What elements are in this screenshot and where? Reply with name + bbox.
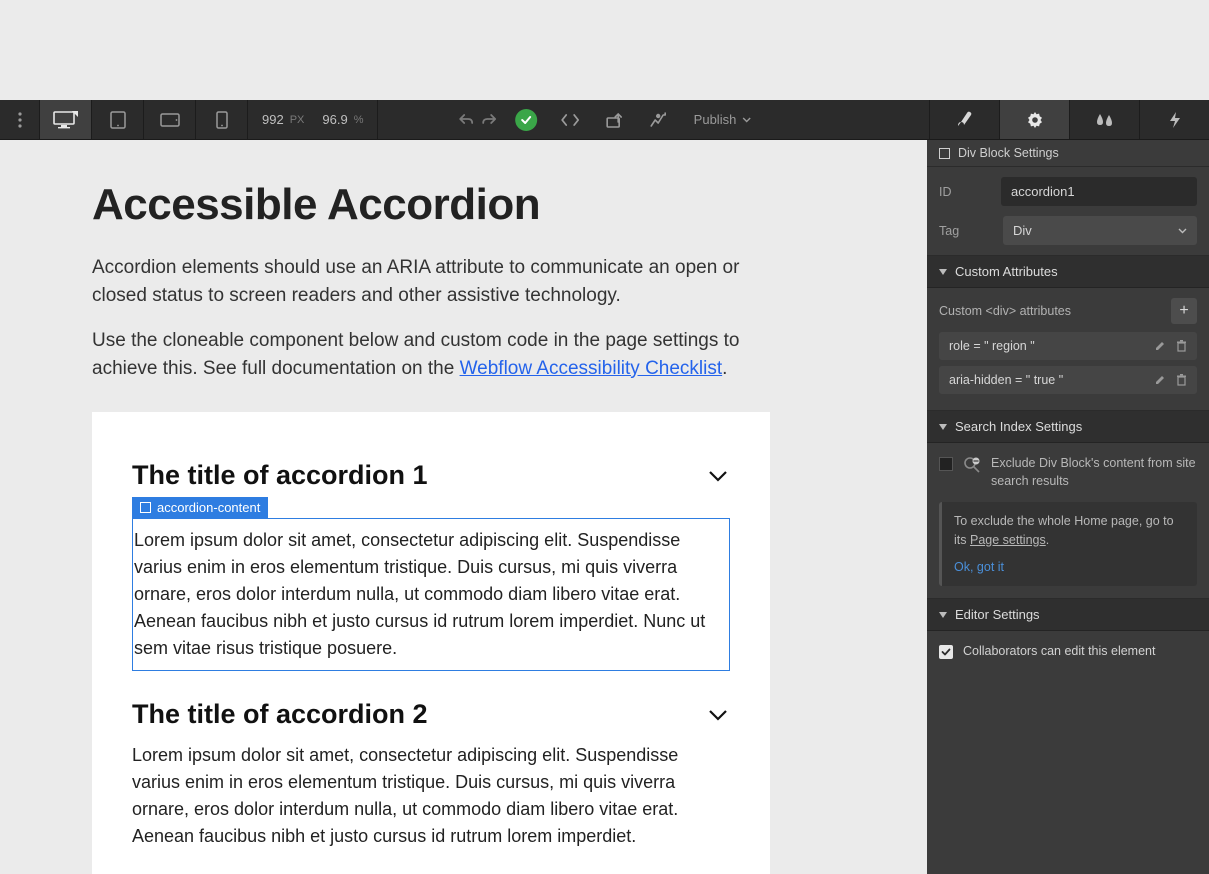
tag-select[interactable]: Div	[1003, 216, 1197, 245]
page-settings-link[interactable]: Page settings	[970, 533, 1046, 547]
attribute-row-aria-hidden[interactable]: aria-hidden = " true "	[939, 366, 1197, 394]
selected-element[interactable]: Lorem ipsum dolor sit amet, consectetur …	[132, 518, 730, 671]
zoom-value: 96.9	[322, 112, 347, 127]
accordion-item-1: The title of accordion 1 accordion-conte…	[132, 460, 730, 671]
accordion-card: The title of accordion 1 accordion-conte…	[92, 412, 770, 874]
exclude-label: Exclude Div Block's content from site se…	[991, 455, 1197, 490]
zoom-unit: %	[354, 114, 364, 126]
page-title: Accessible Accordion	[92, 180, 862, 230]
tablet-view-button[interactable]	[92, 100, 144, 139]
edit-icon[interactable]	[1154, 374, 1166, 386]
attribute-row-role[interactable]: role = " region "	[939, 332, 1197, 360]
chevron-down-icon	[706, 703, 730, 727]
id-label: ID	[939, 185, 991, 199]
custom-attributes-label: Custom <div> attributes	[939, 304, 1071, 318]
delete-icon[interactable]	[1176, 340, 1187, 352]
edit-icon[interactable]	[1154, 340, 1166, 352]
mobile-view-button[interactable]	[196, 100, 248, 139]
top-toolbar: 992 PX 96.9 %	[0, 100, 1209, 140]
chevron-down-icon	[1178, 228, 1187, 234]
droplets-icon	[1095, 112, 1115, 128]
export-button[interactable]	[592, 100, 636, 139]
accordion-body-2: Lorem ipsum dolor sit amet, consectetur …	[132, 730, 730, 850]
info-box: To exclude the whole Home page, go to it…	[939, 502, 1197, 586]
page-description-1: Accordion elements should use an ARIA at…	[92, 254, 752, 309]
tag-label: Tag	[939, 224, 993, 238]
interactions-tab-button[interactable]	[1069, 100, 1139, 139]
delete-icon[interactable]	[1176, 374, 1187, 386]
settings-tab-button[interactable]	[999, 100, 1069, 139]
accordion-item-2: The title of accordion 2 Lorem ipsum dol…	[132, 699, 730, 850]
lightning-icon	[1168, 111, 1182, 129]
collaborators-label: Collaborators can edit this element	[963, 643, 1155, 661]
landscape-mobile-view-button[interactable]	[144, 100, 196, 139]
accordion-title-2: The title of accordion 2	[132, 699, 428, 730]
gear-icon	[1026, 111, 1044, 129]
publish-button[interactable]: Publish	[680, 100, 766, 139]
checklist-link[interactable]: Webflow Accessibility Checklist	[460, 358, 723, 379]
element-icon	[939, 148, 950, 159]
check-circle-icon	[515, 109, 537, 131]
redo-button[interactable]	[474, 100, 504, 139]
id-input[interactable]	[1001, 177, 1197, 206]
add-attribute-button[interactable]: +	[1171, 298, 1197, 324]
width-unit: PX	[290, 114, 305, 126]
collaborators-checkbox[interactable]	[939, 645, 953, 659]
width-value: 992	[262, 112, 284, 127]
chevron-down-icon	[706, 464, 730, 488]
accordion-body-1: Lorem ipsum dolor sit amet, consectetur …	[134, 527, 725, 662]
element-icon	[140, 502, 151, 513]
accordion-title-1: The title of accordion 1	[132, 460, 428, 491]
ok-got-it-link[interactable]: Ok, got it	[954, 558, 1185, 577]
accordion-header-1[interactable]: The title of accordion 1	[132, 460, 730, 491]
search-index-header[interactable]: Search Index Settings	[927, 411, 1209, 443]
accordion-header-2[interactable]: The title of accordion 2	[132, 699, 730, 730]
chevron-down-icon	[742, 117, 751, 123]
status-check-button[interactable]	[504, 100, 548, 139]
search-exclude-icon	[963, 456, 981, 474]
custom-attributes-header[interactable]: Custom Attributes	[927, 256, 1209, 288]
caret-down-icon	[939, 424, 947, 430]
effects-tab-button[interactable]	[1139, 100, 1209, 139]
exclude-checkbox[interactable]	[939, 457, 953, 471]
desktop-view-button[interactable]	[40, 100, 92, 139]
selection-tag[interactable]: accordion-content	[132, 497, 268, 518]
page-description-2: Use the cloneable component below and cu…	[92, 327, 752, 382]
panel-title: Div Block Settings	[927, 140, 1209, 167]
code-button[interactable]	[548, 100, 592, 139]
audit-button[interactable]	[636, 100, 680, 139]
caret-down-icon	[939, 612, 947, 618]
menu-button[interactable]	[0, 100, 40, 139]
editor-settings-header[interactable]: Editor Settings	[927, 599, 1209, 631]
brush-icon	[955, 111, 975, 129]
caret-down-icon	[939, 269, 947, 275]
settings-panel: Div Block Settings ID Tag Div Custom At	[927, 140, 1209, 874]
style-tab-button[interactable]	[929, 100, 999, 139]
canvas-dimensions[interactable]: 992 PX 96.9 %	[248, 100, 378, 139]
canvas-area[interactable]: Accessible Accordion Accordion elements …	[0, 140, 927, 874]
